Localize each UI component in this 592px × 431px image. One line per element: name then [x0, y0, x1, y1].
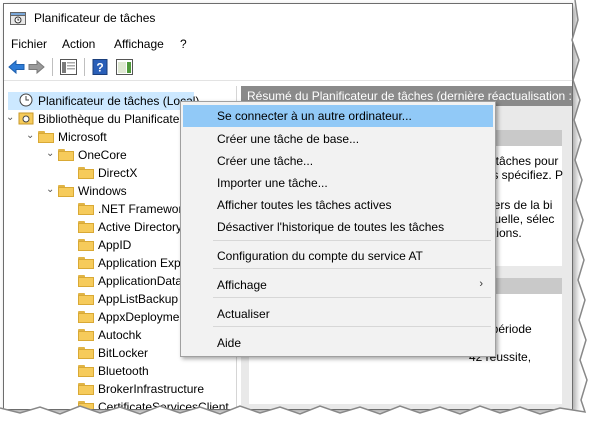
show-action-pane-icon[interactable] — [116, 59, 133, 75]
window-title: Planificateur de tâches — [34, 11, 156, 25]
tree-item[interactable]: Bluetooth — [4, 362, 236, 380]
context-menu: Se connecter à un autre ordinateur... Cré… — [180, 101, 496, 357]
tree-item-label: .NET Framework — [98, 202, 189, 216]
context-menu-item-label: Afficher toutes les tâches actives — [217, 198, 392, 212]
folder-icon — [78, 401, 94, 409]
tree-item-label: AppListBackup — [98, 292, 179, 306]
folder-icon — [78, 167, 94, 179]
tree-item-label: OneCore — [78, 148, 127, 162]
context-menu-item-label: Se connecter à un autre ordinateur... — [217, 109, 412, 123]
help-icon[interactable]: ? — [92, 59, 109, 75]
folder-icon — [78, 365, 94, 377]
tree-item-label: Planificateur de tâches (Local) — [38, 94, 200, 108]
folder-icon — [78, 257, 94, 269]
tree-item-label: ApplicationData — [98, 274, 183, 288]
menu-separator — [213, 268, 491, 269]
context-menu-item-label: Aide — [217, 336, 242, 350]
context-menu-item-label: Actualiser — [217, 307, 270, 321]
toolbar: ? — [4, 54, 572, 81]
tree-item[interactable]: CertificateServicesClient — [4, 398, 236, 409]
menu-help[interactable]: ? — [180, 37, 187, 51]
tree-item[interactable]: BrokerInfrastructure — [4, 380, 236, 398]
folder-icon — [78, 347, 94, 359]
context-menu-item[interactable]: Actualiser — [183, 303, 493, 325]
tree-item-label: Windows — [78, 184, 127, 198]
folder-icon — [78, 239, 94, 251]
back-arrow-icon[interactable] — [8, 59, 25, 75]
chevron-down-icon[interactable]: ⌄ — [46, 149, 56, 159]
tree-item-label: Bluetooth — [98, 364, 149, 378]
context-menu-item[interactable]: Affichage › — [183, 274, 493, 296]
menu-fichier[interactable]: Fichier — [11, 37, 47, 51]
context-menu-item-label: Configuration du compte du service AT — [217, 249, 423, 263]
folder-icon — [78, 311, 94, 323]
show-hide-console-tree-icon[interactable] — [60, 59, 77, 75]
context-menu-item[interactable]: Créer une tâche... — [183, 150, 493, 172]
menu-affichage[interactable]: Affichage — [114, 37, 164, 51]
tree-item-label: Microsoft — [58, 130, 107, 144]
context-menu-item-label: Créer une tâche de base... — [217, 132, 360, 146]
context-menu-item-label: Affichage — [217, 278, 267, 292]
clock-icon — [19, 93, 33, 107]
tree-item-label: BrokerInfrastructure — [98, 382, 205, 396]
menu-separator — [213, 326, 491, 327]
forward-arrow-icon[interactable] — [28, 59, 45, 75]
menu-separator — [213, 297, 491, 298]
menu-separator — [213, 240, 491, 241]
folder-icon — [78, 275, 94, 287]
folder-icon — [58, 185, 74, 197]
folder-icon — [78, 293, 94, 305]
submenu-arrow-icon: › — [479, 278, 483, 290]
folder-icon — [78, 221, 94, 233]
chevron-down-icon[interactable]: ⌄ — [26, 131, 36, 141]
title-bar: Planificateur de tâches — [4, 4, 572, 32]
tree-item[interactable]: Planificateur de tâches (Local) — [8, 92, 199, 110]
context-menu-item[interactable]: Aide — [183, 332, 493, 354]
context-menu-item[interactable]: Se connecter à un autre ordinateur... — [183, 105, 493, 127]
context-menu-item[interactable]: Créer une tâche de base... — [183, 128, 493, 150]
task-scheduler-app-icon — [10, 12, 26, 25]
folder-icon — [38, 131, 54, 143]
menu-action[interactable]: Action — [62, 37, 95, 51]
menu-bar: Fichier Action Affichage ? — [4, 34, 572, 54]
tree-item-label: AppID — [98, 238, 132, 252]
tree-item-label: Autochk — [98, 328, 142, 342]
tree-item-label: CertificateServicesClient — [98, 400, 229, 409]
folder-icon — [78, 329, 94, 341]
context-menu-item[interactable]: Afficher toutes les tâches actives — [183, 194, 493, 216]
tree-item-label: BitLocker — [98, 346, 149, 360]
svg-text:?: ? — [96, 61, 103, 75]
context-menu-item-label: Désactiver l'historique de toutes les tâ… — [217, 220, 445, 234]
context-menu-item[interactable]: Configuration du compte du service AT — [183, 245, 493, 267]
chevron-down-icon[interactable]: ⌄ — [46, 185, 56, 195]
chevron-down-icon[interactable]: ⌄ — [6, 113, 16, 123]
context-menu-item-label: Importer une tâche... — [217, 176, 328, 190]
context-menu-item[interactable]: Désactiver l'historique de toutes les tâ… — [183, 216, 493, 238]
toolbar-separator — [52, 58, 53, 76]
context-menu-item[interactable]: Importer une tâche... — [183, 172, 493, 194]
toolbar-separator — [84, 58, 85, 76]
context-menu-item-label: Créer une tâche... — [217, 154, 314, 168]
tree-item-label: DirectX — [98, 166, 138, 180]
folder-icon — [78, 203, 94, 215]
folder-icon — [78, 383, 94, 395]
library-icon — [18, 112, 34, 125]
folder-icon — [58, 149, 74, 161]
